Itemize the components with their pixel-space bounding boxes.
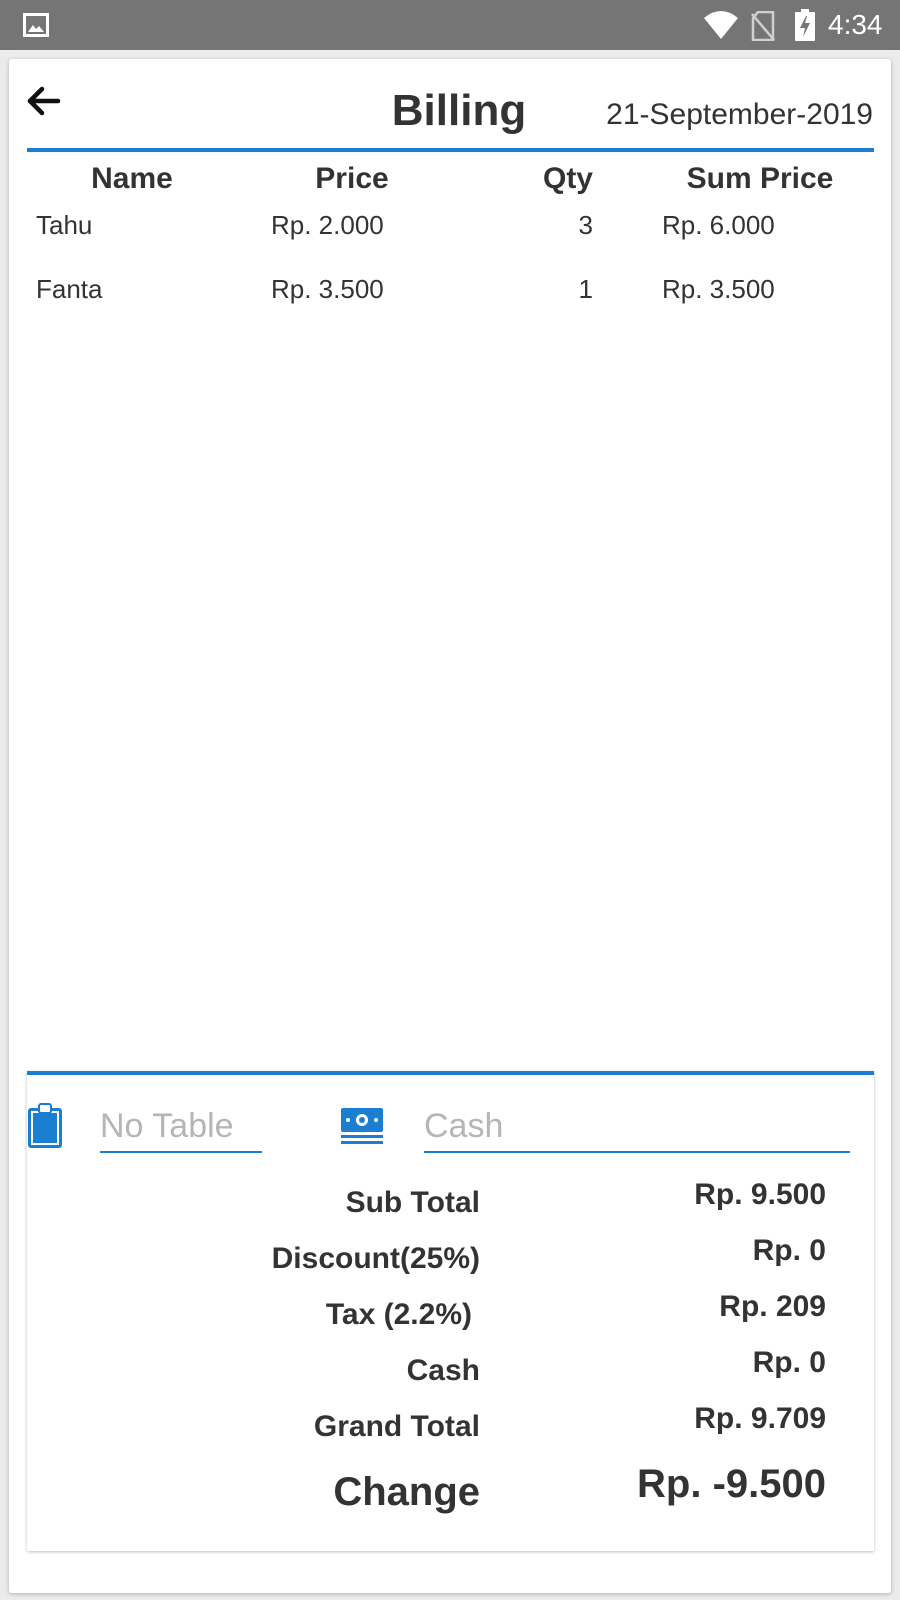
tax-label: Tax (2.2%) bbox=[325, 1298, 472, 1331]
column-header-price: Price bbox=[315, 162, 389, 195]
summary-sub-total: Sub Total Rp. 9.500 bbox=[27, 1173, 874, 1229]
table-row[interactable]: Tahu Rp. 2.000 3 Rp. 6.000 bbox=[27, 205, 874, 269]
item-name: Tahu bbox=[36, 210, 93, 240]
status-time: 4:34 bbox=[828, 9, 883, 40]
billing-card: Billing 21-September-2019 Name Price Qty… bbox=[9, 59, 891, 1593]
discount-label: Discount(25%) bbox=[271, 1242, 480, 1275]
grand-total-value: Rp. 9.709 bbox=[694, 1402, 826, 1435]
header-divider bbox=[27, 148, 874, 152]
sub-total-value: Rp. 9.500 bbox=[694, 1178, 826, 1211]
cash-label: Cash bbox=[406, 1354, 480, 1387]
no-sim-icon bbox=[751, 11, 775, 41]
cash-value: Rp. 0 bbox=[752, 1346, 826, 1379]
sub-total-label: Sub Total bbox=[345, 1186, 480, 1219]
item-sum-price: Rp. 6.000 bbox=[662, 210, 775, 240]
column-header-qty: Qty bbox=[542, 162, 593, 195]
summary-discount: Discount(25%) Rp. 0 bbox=[27, 1229, 874, 1285]
summary-tax: Tax (2.2%) Rp. 209 bbox=[27, 1285, 874, 1341]
page-title: Billing bbox=[391, 86, 527, 135]
column-header-sum-price: Sum Price bbox=[686, 162, 834, 195]
clipboard-icon bbox=[28, 1103, 62, 1148]
change-label: Change bbox=[333, 1470, 480, 1514]
status-bar: 4:34 bbox=[0, 0, 900, 50]
item-price: Rp. 3.500 bbox=[271, 274, 384, 304]
item-sum-price: Rp. 3.500 bbox=[662, 274, 775, 304]
wifi-icon bbox=[704, 11, 738, 39]
summary-change: Change Rp. -9.500 bbox=[27, 1455, 874, 1514]
table-header: Name Price Qty Sum Price bbox=[27, 159, 874, 209]
table-number-input[interactable] bbox=[100, 1105, 262, 1153]
discount-value: Rp. 0 bbox=[752, 1234, 826, 1267]
arrow-left-icon[interactable] bbox=[25, 81, 65, 121]
gallery-icon bbox=[23, 13, 49, 37]
tax-value: Rp. 209 bbox=[719, 1290, 826, 1323]
item-qty: 1 bbox=[578, 274, 593, 304]
cash-input[interactable] bbox=[424, 1105, 850, 1153]
item-price: Rp. 2.000 bbox=[271, 210, 384, 240]
summary-cash: Cash Rp. 0 bbox=[27, 1341, 874, 1397]
change-value: Rp. -9.500 bbox=[637, 1462, 826, 1506]
date-label: 21-September-2019 bbox=[606, 98, 873, 131]
column-header-name: Name bbox=[91, 162, 173, 195]
item-list: Tahu Rp. 2.000 3 Rp. 6.000 Fanta Rp. 3.5… bbox=[27, 205, 874, 333]
grand-total-label: Grand Total bbox=[313, 1410, 480, 1443]
item-name: Fanta bbox=[36, 274, 103, 304]
item-qty: 3 bbox=[578, 210, 593, 240]
money-icon bbox=[341, 1108, 383, 1144]
payment-panel: Sub Total Rp. 9.500 Discount(25%) Rp. 0 … bbox=[27, 1071, 874, 1551]
summary-grand-total: Grand Total Rp. 9.709 bbox=[27, 1397, 874, 1453]
table-row[interactable]: Fanta Rp. 3.500 1 Rp. 3.500 bbox=[27, 269, 874, 333]
battery-charging-icon bbox=[795, 9, 815, 41]
